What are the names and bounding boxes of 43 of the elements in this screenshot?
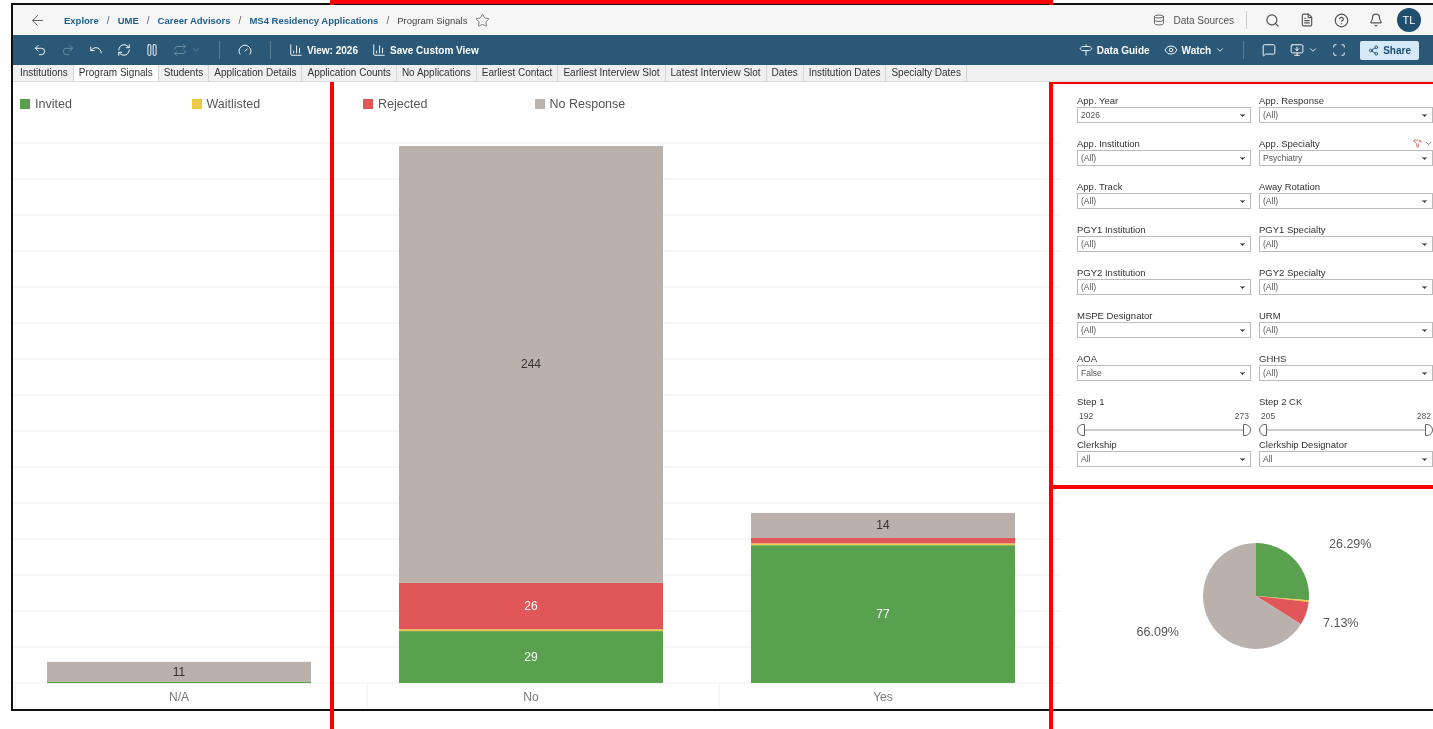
legend-label: Rejected [378, 97, 428, 111]
legend-label: No Response [549, 97, 626, 111]
filter-label: AOA [1077, 352, 1098, 364]
breadcrumb-separator: / [238, 14, 242, 26]
filter-label: App. Specialty [1259, 137, 1320, 149]
legend-label: Waitlisted [206, 97, 261, 111]
data-label: 26 [524, 599, 538, 614]
filter-label: Away Rotation [1259, 180, 1321, 192]
filter-label: App. Year [1077, 94, 1119, 106]
range-max: 282 [1416, 411, 1431, 421]
data-label: 14 [876, 518, 890, 533]
data-label: 244 [521, 357, 541, 372]
range-min: 205 [1261, 411, 1276, 421]
filter-label: App. Response [1259, 94, 1324, 106]
filter-label: App. Track [1077, 180, 1123, 192]
axis-label: Yes [873, 690, 893, 704]
filter-label: Clerkship [1077, 438, 1117, 450]
axis-label: N/A [169, 690, 189, 704]
filter-label: App. Institution [1077, 137, 1140, 149]
filter-label: MSPE Designator [1077, 309, 1153, 321]
percent-label: 7.13% [1323, 616, 1359, 630]
percent-label: 26.29% [1329, 537, 1372, 551]
filter-label: PGY2 Institution [1077, 266, 1146, 278]
breadcrumb-separator: / [386, 14, 390, 26]
filter-label: PGY1 Specialty [1259, 223, 1326, 235]
breadcrumb-separator: / [106, 14, 110, 26]
range-max: 273 [1234, 411, 1249, 421]
data-label: 29 [524, 650, 538, 665]
filter-label: Step 1 [1077, 395, 1105, 407]
breadcrumb-separator: / [146, 14, 150, 26]
axis-label: No [523, 690, 539, 704]
filter-label: PGY1 Institution [1077, 223, 1146, 235]
legend-label: Invited [35, 97, 72, 111]
filter-label: GHHS [1259, 352, 1287, 364]
breadcrumb-current: Program Signals [397, 14, 468, 26]
data-label: 77 [876, 607, 890, 622]
filter-label: Step 2 CK [1259, 395, 1303, 407]
filter-label: URM [1259, 309, 1281, 321]
range-min: 192 [1079, 411, 1094, 421]
filter-label: PGY2 Specialty [1259, 266, 1326, 278]
percent-label: 66.09% [1136, 625, 1179, 639]
data-label: 11 [172, 664, 186, 679]
filter-label: Clerkship Designator [1259, 438, 1348, 450]
